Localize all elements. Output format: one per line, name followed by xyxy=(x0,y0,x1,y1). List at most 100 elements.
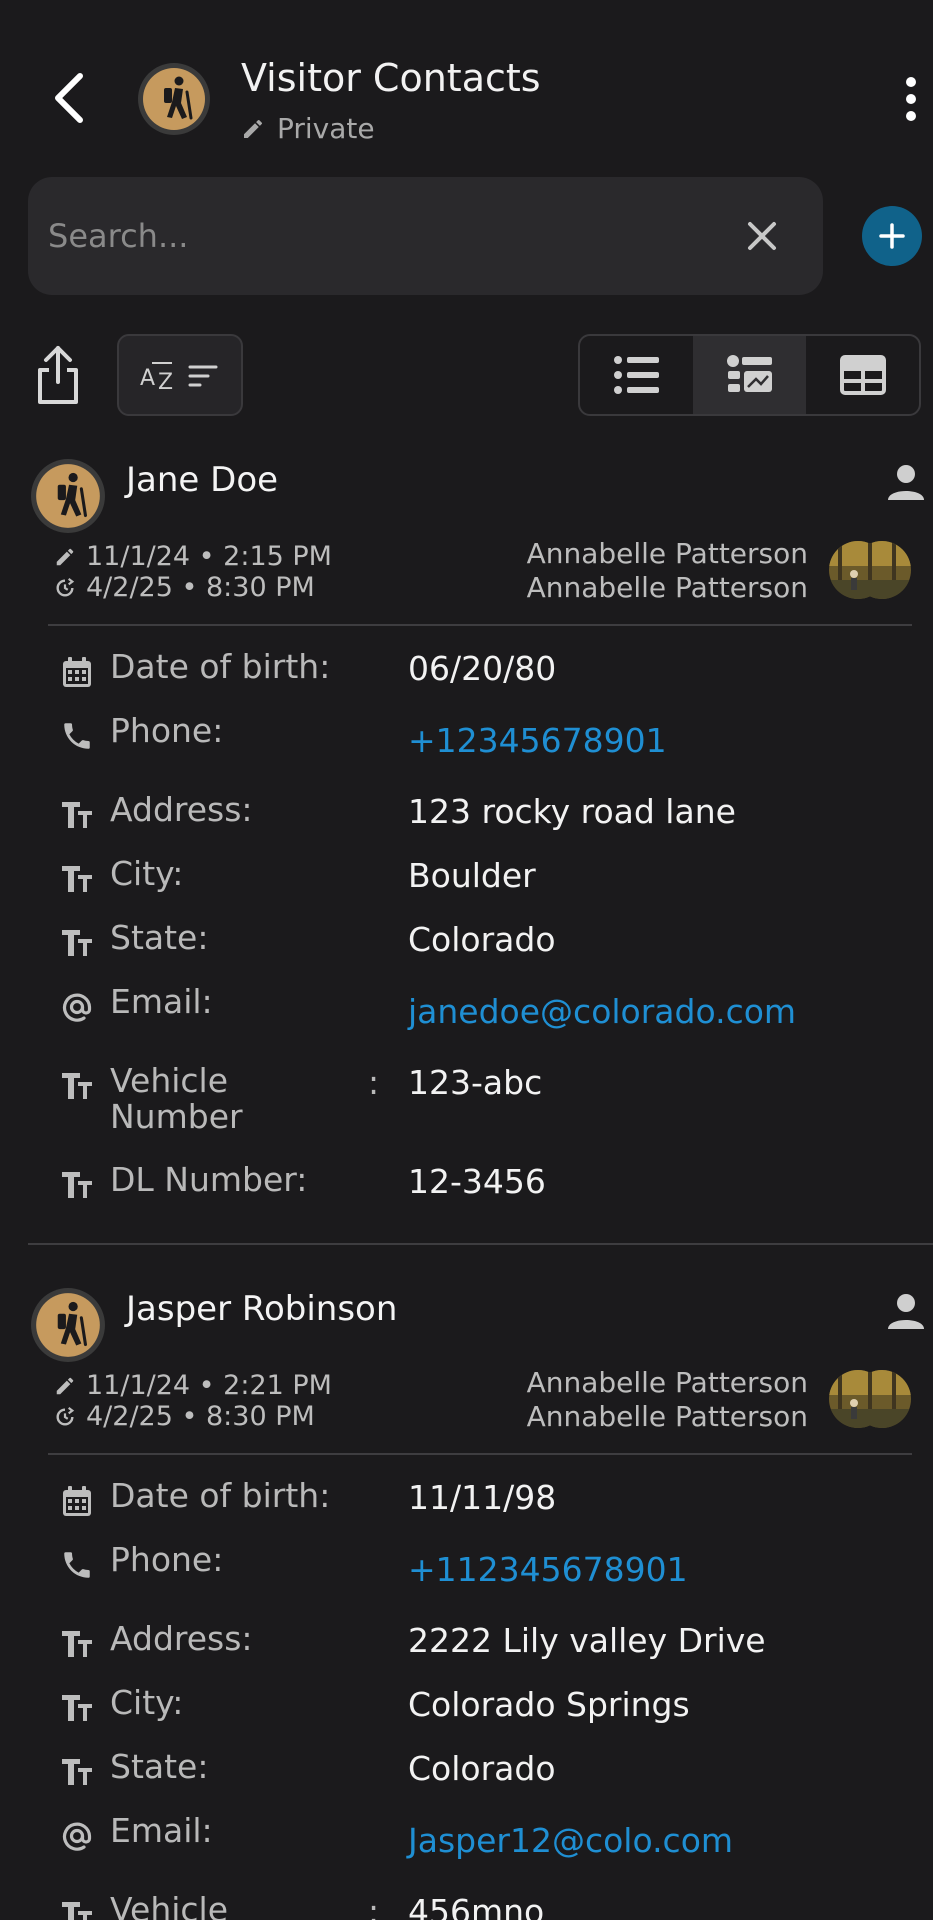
privacy-label: Private xyxy=(277,112,375,145)
field-label: Phone: xyxy=(110,711,224,750)
add-contact-button[interactable] xyxy=(862,206,922,266)
hiker-icon xyxy=(31,1288,105,1362)
person-icon xyxy=(886,1291,926,1331)
field-value: 12-3456 xyxy=(408,1162,546,1201)
field-label: State: xyxy=(110,1747,209,1786)
timestamps: 11/1/24 • 2:21 PM 4/2/25 • 8:30 PM xyxy=(54,1370,332,1432)
field-colon: : xyxy=(368,1063,380,1102)
field-label: Email: xyxy=(110,1811,213,1850)
modified-by: Annabelle Patterson xyxy=(526,1400,808,1433)
sort-button[interactable]: A Z xyxy=(117,334,243,416)
list-view-button[interactable] xyxy=(580,336,693,414)
text-field-icon xyxy=(62,1902,92,1920)
synced-timestamp: 4/2/25 • 8:30 PM xyxy=(86,1401,315,1432)
hiker-icon xyxy=(138,63,210,135)
at-sign-icon xyxy=(62,993,92,1022)
sync-icon xyxy=(56,1406,75,1425)
chevron-left-icon xyxy=(55,73,83,123)
field-value: 123-abc xyxy=(408,1063,543,1102)
authors: Annabelle Patterson Annabelle Patterson xyxy=(527,537,808,605)
close-icon xyxy=(748,222,776,250)
contact-name: Jane Doe xyxy=(126,460,279,500)
divider xyxy=(48,1453,912,1455)
hiker-icon xyxy=(31,459,105,533)
table-view-button[interactable] xyxy=(806,336,919,414)
calendar-icon xyxy=(63,657,91,687)
text-field-icon xyxy=(62,1695,92,1721)
list-avatar xyxy=(137,62,211,136)
sync-icon xyxy=(56,577,75,596)
synced-timestamp: 4/2/25 • 8:30 PM xyxy=(86,572,315,603)
table-view-icon xyxy=(839,355,886,395)
card-view-icon xyxy=(726,355,772,392)
text-field-icon xyxy=(62,1073,92,1099)
clear-search-button[interactable] xyxy=(742,216,782,256)
share-button[interactable] xyxy=(34,344,82,406)
field-value: Colorado Springs xyxy=(408,1685,690,1724)
pencil-icon xyxy=(56,1377,74,1394)
email-link[interactable]: Jasper12@colo.com xyxy=(408,1821,733,1860)
list-view-icon xyxy=(613,356,659,394)
modified-by: Annabelle Patterson xyxy=(526,571,808,604)
at-sign-icon xyxy=(62,1822,92,1851)
phone-icon xyxy=(64,723,90,749)
kebab-menu-icon xyxy=(906,77,916,121)
created-by: Annabelle Patterson xyxy=(526,1366,808,1399)
search-input[interactable] xyxy=(48,207,728,265)
field-label: State: xyxy=(110,918,209,957)
field-label-line2: Number xyxy=(110,1097,243,1136)
text-field-icon xyxy=(62,802,92,828)
field-label: Address: xyxy=(110,790,253,829)
az-sort-icon: A Z xyxy=(140,362,218,395)
divider xyxy=(48,624,912,626)
contact-name: Jasper Robinson xyxy=(126,1289,398,1329)
text-field-icon xyxy=(62,1172,92,1198)
field-label: Address: xyxy=(110,1619,253,1658)
field-value: 11/11/98 xyxy=(408,1478,557,1517)
field-value: 06/20/80 xyxy=(408,649,557,688)
field-value: 456mno xyxy=(408,1892,545,1920)
field-value: Boulder xyxy=(408,856,536,895)
field-label: City: xyxy=(110,1683,184,1722)
back-button[interactable] xyxy=(44,68,92,128)
pencil-icon xyxy=(56,548,74,565)
created-by: Annabelle Patterson xyxy=(526,537,808,570)
photo-thumbnail[interactable] xyxy=(828,540,912,600)
contact-avatar xyxy=(30,1287,106,1363)
edited-timestamp: 11/1/24 • 2:21 PM xyxy=(86,1370,332,1401)
field-label-line1: Vehicle xyxy=(110,1061,229,1100)
share-icon xyxy=(38,346,78,404)
svg-text:A: A xyxy=(140,366,155,391)
more-options-button[interactable] xyxy=(896,76,926,122)
field-label: Vehicle xyxy=(110,1890,229,1920)
field-label: DL Number: xyxy=(110,1160,308,1199)
text-field-icon xyxy=(62,930,92,956)
email-link[interactable]: janedoe@colorado.com xyxy=(408,992,796,1031)
field-value: 2222 Lily valley Drive xyxy=(408,1621,766,1660)
card-view-button[interactable] xyxy=(693,336,806,414)
page-title: Visitor Contacts xyxy=(241,56,541,100)
timestamps: 11/1/24 • 2:15 PM 4/2/25 • 8:30 PM xyxy=(54,541,332,603)
plus-icon xyxy=(879,223,905,249)
search-bar xyxy=(28,177,823,295)
field-colon: : xyxy=(368,1892,380,1920)
phone-link[interactable]: +112345678901 xyxy=(408,1550,688,1589)
field-label: Email: xyxy=(110,982,213,1021)
field-value: Colorado xyxy=(408,1749,556,1788)
phone-link[interactable]: +12345678901 xyxy=(408,721,667,760)
contact-avatar xyxy=(30,458,106,534)
field-value: 123 rocky road lane xyxy=(408,792,736,831)
text-field-icon xyxy=(62,866,92,892)
field-value: Colorado xyxy=(408,920,556,959)
authors: Annabelle Patterson Annabelle Patterson xyxy=(527,1366,808,1434)
phone-icon xyxy=(64,1552,90,1578)
person-icon xyxy=(886,462,926,502)
svg-text:Z: Z xyxy=(158,370,173,395)
privacy-indicator[interactable]: Private xyxy=(241,112,375,145)
calendar-icon xyxy=(63,1486,91,1516)
field-label: Phone: xyxy=(110,1540,224,1579)
photo-thumbnail[interactable] xyxy=(828,1369,912,1429)
text-field-icon xyxy=(62,1631,92,1657)
field-label: City: xyxy=(110,854,184,893)
pencil-icon xyxy=(244,119,263,138)
